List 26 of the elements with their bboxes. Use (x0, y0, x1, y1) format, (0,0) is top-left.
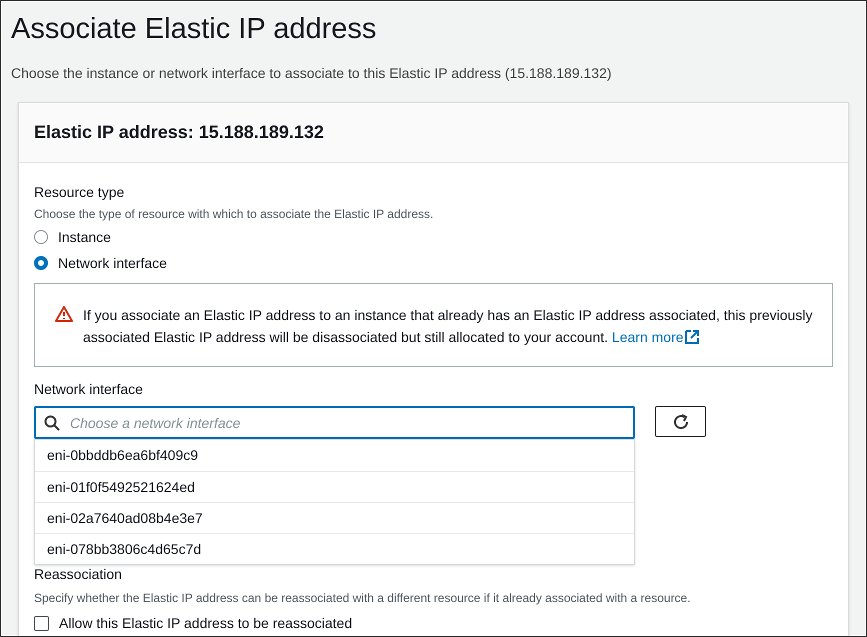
field-label: Network interface (34, 380, 143, 399)
radio-label[interactable]: Network interface (58, 252, 167, 274)
field-label: Resource type (34, 183, 124, 202)
radio-button[interactable] (34, 256, 48, 270)
panel-header: Elastic IP address: 15.188.189.132 (34, 121, 324, 144)
refresh-button[interactable] (655, 406, 706, 437)
warning-icon (55, 306, 73, 322)
checkbox[interactable] (34, 616, 49, 631)
dropdown-option[interactable]: eni-078bb3806c4d65c7d (35, 533, 634, 564)
dropdown-option[interactable]: eni-02a7640ad08b4e3e7 (35, 502, 634, 533)
radio-button[interactable] (34, 230, 48, 244)
field-description: Specify whether the Elastic IP address can be reassociated with a different resource if it already associated with a resource. (34, 590, 692, 607)
learn-more-link[interactable]: Learn more (612, 326, 699, 348)
search-field[interactable]: Choose a network interface (34, 406, 635, 439)
field-label: Reassociation (34, 566, 122, 582)
dropdown-option[interactable]: eni-01f0f5492521624ed (35, 471, 634, 502)
dropdown-option[interactable]: eni-0bbddb6ea6bf409c9 (35, 440, 634, 471)
page-title: Associate Elastic IP address (11, 12, 376, 47)
checkbox-label[interactable]: Allow this Elastic IP address to be reassociated (59, 613, 352, 634)
radio-label[interactable]: Instance (58, 226, 111, 248)
refresh-icon (672, 412, 690, 430)
warning-message: If you associate an Elastic IP address to an instance that already has an Elastic IP address associated, this previously associated Elastic IP address will be disassociated but still allocated to your account. Learn more (83, 304, 822, 348)
field-description: Choose the type of resource with which to associate the Elastic IP address. (34, 206, 434, 223)
page-description: Choose the instance or network interface to associate to this Elastic IP address (15.188.189.132) (10, 64, 613, 83)
search-icon (44, 415, 60, 431)
external-link-icon (684, 330, 699, 344)
